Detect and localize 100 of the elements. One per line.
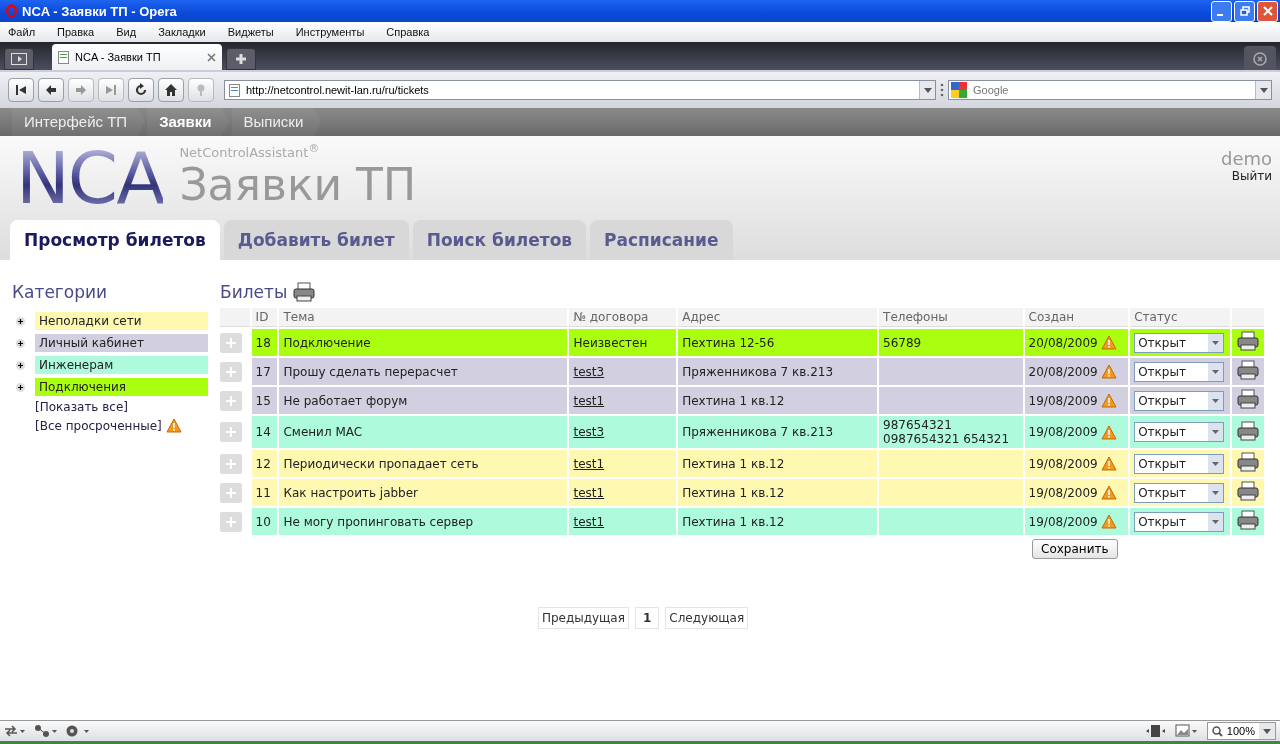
undo-close-icon [1251,49,1269,67]
created-date: 19/08/2009 [1028,393,1098,408]
phone-number: 0987654321 654321 [883,432,1011,446]
category-item[interactable]: Подключения [35,378,208,396]
search-field[interactable]: Google [948,80,1272,100]
drag-handle-icon [940,82,944,98]
table-cell: 11 [251,479,278,506]
contract-link[interactable]: test3 [573,364,605,379]
section-title: Билеты [220,282,288,302]
filter-link[interactable]: [Все просроченные] [35,418,162,433]
reload-button[interactable] [128,78,154,102]
column-header: № договора [569,308,677,327]
menu-item[interactable]: Файл [8,26,36,38]
page-icon [229,83,240,97]
new-tab-button[interactable] [226,48,256,70]
forward-arrow-icon [74,83,88,97]
expand-icon[interactable] [16,338,25,348]
previous-page-link[interactable]: Предыдущая [537,607,629,629]
page-number-link[interactable]: 1 [634,607,660,629]
image-icon[interactable] [1174,724,1199,738]
table-cell: Пехтина 12-56 [678,329,878,356]
printer-icon[interactable] [1237,452,1259,472]
status-select[interactable]: Открыт [1134,453,1225,474]
closed-tabs-button[interactable] [1244,46,1276,70]
contract-link[interactable]: test1 [573,485,605,500]
status-select[interactable]: Открыт [1134,482,1225,503]
reload-icon [134,83,148,97]
printer-icon[interactable] [1237,481,1259,501]
filter-link[interactable]: [Показать все] [35,400,128,414]
status-select[interactable]: Открыт [1134,511,1225,532]
expand-icon[interactable] [16,316,25,326]
save-button[interactable]: Сохранить [1032,539,1118,559]
breadcrumb-link[interactable]: Выписки [231,108,322,136]
created-date: 19/08/2009 [1028,514,1098,529]
close-icon[interactable] [207,52,216,62]
status-select[interactable]: Открыт [1134,332,1225,353]
category-item[interactable]: Инженерам [35,356,208,374]
restore-icon [1239,6,1250,16]
page-tab[interactable]: Расписание [590,220,733,260]
printer-icon[interactable] [1237,331,1259,351]
expand-icon[interactable] [16,360,25,370]
menu-item[interactable]: Инструменты [295,26,365,38]
rewind-button[interactable] [8,78,34,102]
contract-link[interactable]: test1 [573,393,605,408]
network-icon[interactable] [34,724,58,738]
created-date: 20/08/2009 [1028,335,1098,350]
rewind-icon [14,83,28,97]
printer-icon[interactable] [1237,389,1259,409]
column-header: Создан [1024,308,1129,327]
menu-item[interactable]: Виджеты [227,26,274,38]
menu-item[interactable]: Закладки [158,26,206,38]
logout-link[interactable]: Выйти [1231,169,1272,183]
printer-icon[interactable] [293,282,316,302]
contract-link[interactable]: test1 [573,514,605,529]
table-cell: 12 [251,450,278,477]
contract-link[interactable]: test3 [573,425,605,439]
created-date: 19/08/2009 [1028,456,1098,471]
minimize-button[interactable] [1211,0,1232,22]
category-item[interactable]: Неполадки сети [35,312,208,330]
status-select[interactable]: Открыт [1134,422,1225,442]
home-button[interactable] [158,78,184,102]
printer-icon[interactable] [1237,360,1259,380]
menu-item[interactable]: Правка [57,26,95,38]
close-button[interactable] [1257,0,1278,22]
page-tab[interactable]: Просмотр билетов [10,220,220,260]
sidebar-title: Категории [12,282,109,302]
column-header: Статус [1130,308,1231,327]
restore-button[interactable] [1234,0,1255,22]
page-title: Заявки ТП [179,160,417,211]
page-tab[interactable]: Добавить билет [223,220,409,260]
expand-icon[interactable] [16,382,25,392]
status-select[interactable]: Открыт [1134,390,1225,411]
table-cell: 15 [251,387,278,414]
menu-item[interactable]: Справка [386,26,430,38]
zoom-control[interactable]: 100% [1206,722,1276,740]
address-field[interactable]: http://netcontrol.newit-lan.ru/ru/tickets [224,80,936,100]
dropdown-button[interactable] [919,81,935,99]
breadcrumb-link[interactable]: Заявки [147,108,230,136]
dropdown-button[interactable] [1255,81,1271,99]
caret-icon [1208,483,1224,502]
browser-tab[interactable]: NCA - Заявки ТП [52,44,222,70]
back-button[interactable] [38,78,64,102]
next-page-link[interactable]: Следующая [665,607,749,629]
table-cell: Как настроить jabber [279,479,568,506]
table-cell: Пехтина 1 кв.12 [678,387,878,414]
magnifier-icon [1211,725,1223,737]
caret-icon [1259,723,1275,739]
category-item[interactable]: Личный кабинет [35,334,208,352]
contract-link[interactable]: test1 [573,456,605,471]
fast-forward-icon [104,83,118,97]
page-tab[interactable]: Поиск билетов [412,220,587,260]
printer-icon[interactable] [1237,510,1259,530]
menu-item[interactable]: Вид [116,26,137,38]
printer-icon[interactable] [1237,420,1259,441]
transfer-icon[interactable] [4,724,26,738]
status-select[interactable]: Открыт [1134,361,1225,382]
plus-icon [226,395,236,406]
plus-icon [226,458,236,469]
panel-toggle-button[interactable] [4,48,34,70]
page-view-icon[interactable] [1144,724,1167,738]
